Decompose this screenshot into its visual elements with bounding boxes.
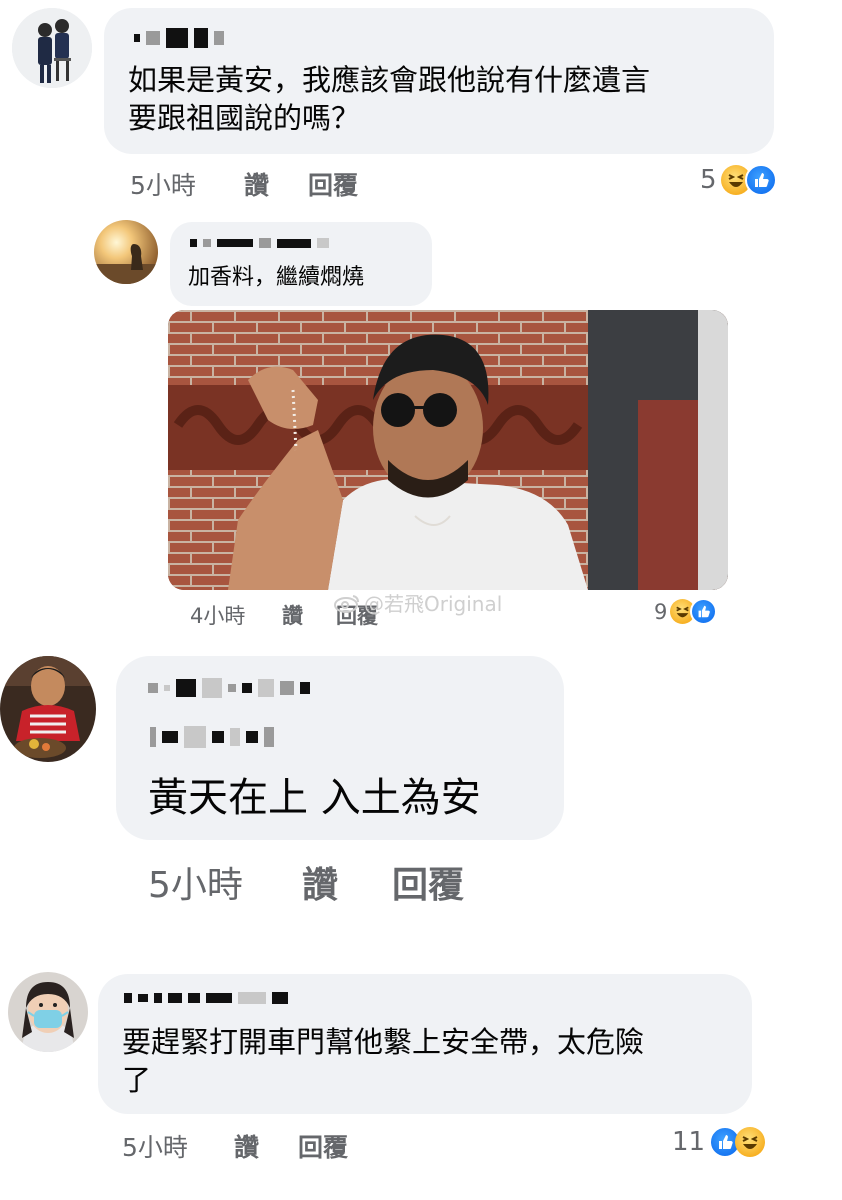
like-icon xyxy=(690,598,718,625)
avatar[interactable] xyxy=(0,656,96,762)
avatar[interactable] xyxy=(94,220,158,284)
reaction-count: 5 xyxy=(700,165,717,195)
reply-action[interactable]: 回覆 xyxy=(392,856,464,908)
comment-bubble: 黃天在上 入土為安 xyxy=(116,656,564,840)
reaction-summary[interactable]: 5 xyxy=(700,164,777,196)
comment-meta: 5小時 讚 回覆 xyxy=(148,856,508,906)
like-icon xyxy=(744,164,777,196)
reaction-count: 11 xyxy=(672,1127,706,1157)
like-action[interactable]: 讚 xyxy=(234,1128,259,1164)
watermark-text: @若飛Original xyxy=(364,592,503,616)
author-name-redacted xyxy=(190,238,329,248)
like-action[interactable]: 讚 xyxy=(302,856,338,908)
timestamp[interactable]: 4小時 xyxy=(190,600,245,630)
timestamp[interactable]: 5小時 xyxy=(122,1128,188,1164)
comment-bubble: 加香料，繼續燜燒 xyxy=(170,222,432,306)
like-action[interactable]: 讚 xyxy=(282,600,303,630)
timestamp[interactable]: 5小時 xyxy=(130,166,196,202)
comment-text: 黃天在上 入土為安 xyxy=(148,775,481,821)
author-name-redacted xyxy=(124,992,288,1004)
weibo-logo-icon xyxy=(334,593,360,613)
reply-action[interactable]: 回覆 xyxy=(298,1128,348,1164)
reaction-count: 9 xyxy=(654,599,668,624)
comment-meta: 5小時 讚 回覆 xyxy=(130,166,430,200)
haha-icon xyxy=(735,1127,766,1157)
timestamp[interactable]: 5小時 xyxy=(148,856,243,908)
reaction-summary[interactable]: 11 xyxy=(672,1126,766,1158)
meme-image[interactable] xyxy=(168,310,728,590)
comment-text: 如果是黃安，我應該會跟他說有什麼遺言 要跟祖國說的嗎？ xyxy=(128,63,651,135)
author-name-redacted xyxy=(134,28,224,48)
avatar[interactable] xyxy=(8,972,88,1052)
author-name-redacted xyxy=(148,678,310,698)
avatar[interactable] xyxy=(12,8,92,88)
comment-bubble: 要趕緊打開車門幫他繫上安全帶，太危險 了 xyxy=(98,974,752,1114)
reply-action[interactable]: 回覆 xyxy=(308,166,358,202)
comment-bubble: 如果是黃安，我應該會跟他說有什麼遺言 要跟祖國說的嗎？ xyxy=(104,8,774,154)
comment-text: 加香料，繼續燜燒 xyxy=(188,265,365,290)
author-name-redacted xyxy=(150,726,274,748)
reaction-summary[interactable]: 9 xyxy=(654,598,718,625)
watermark: @若飛Original xyxy=(334,588,502,617)
comment-text: 要趕緊打開車門幫他繫上安全帶，太危險 了 xyxy=(122,1025,645,1097)
like-action[interactable]: 讚 xyxy=(244,166,269,202)
comment-meta: 5小時 讚 回覆 xyxy=(122,1128,422,1162)
